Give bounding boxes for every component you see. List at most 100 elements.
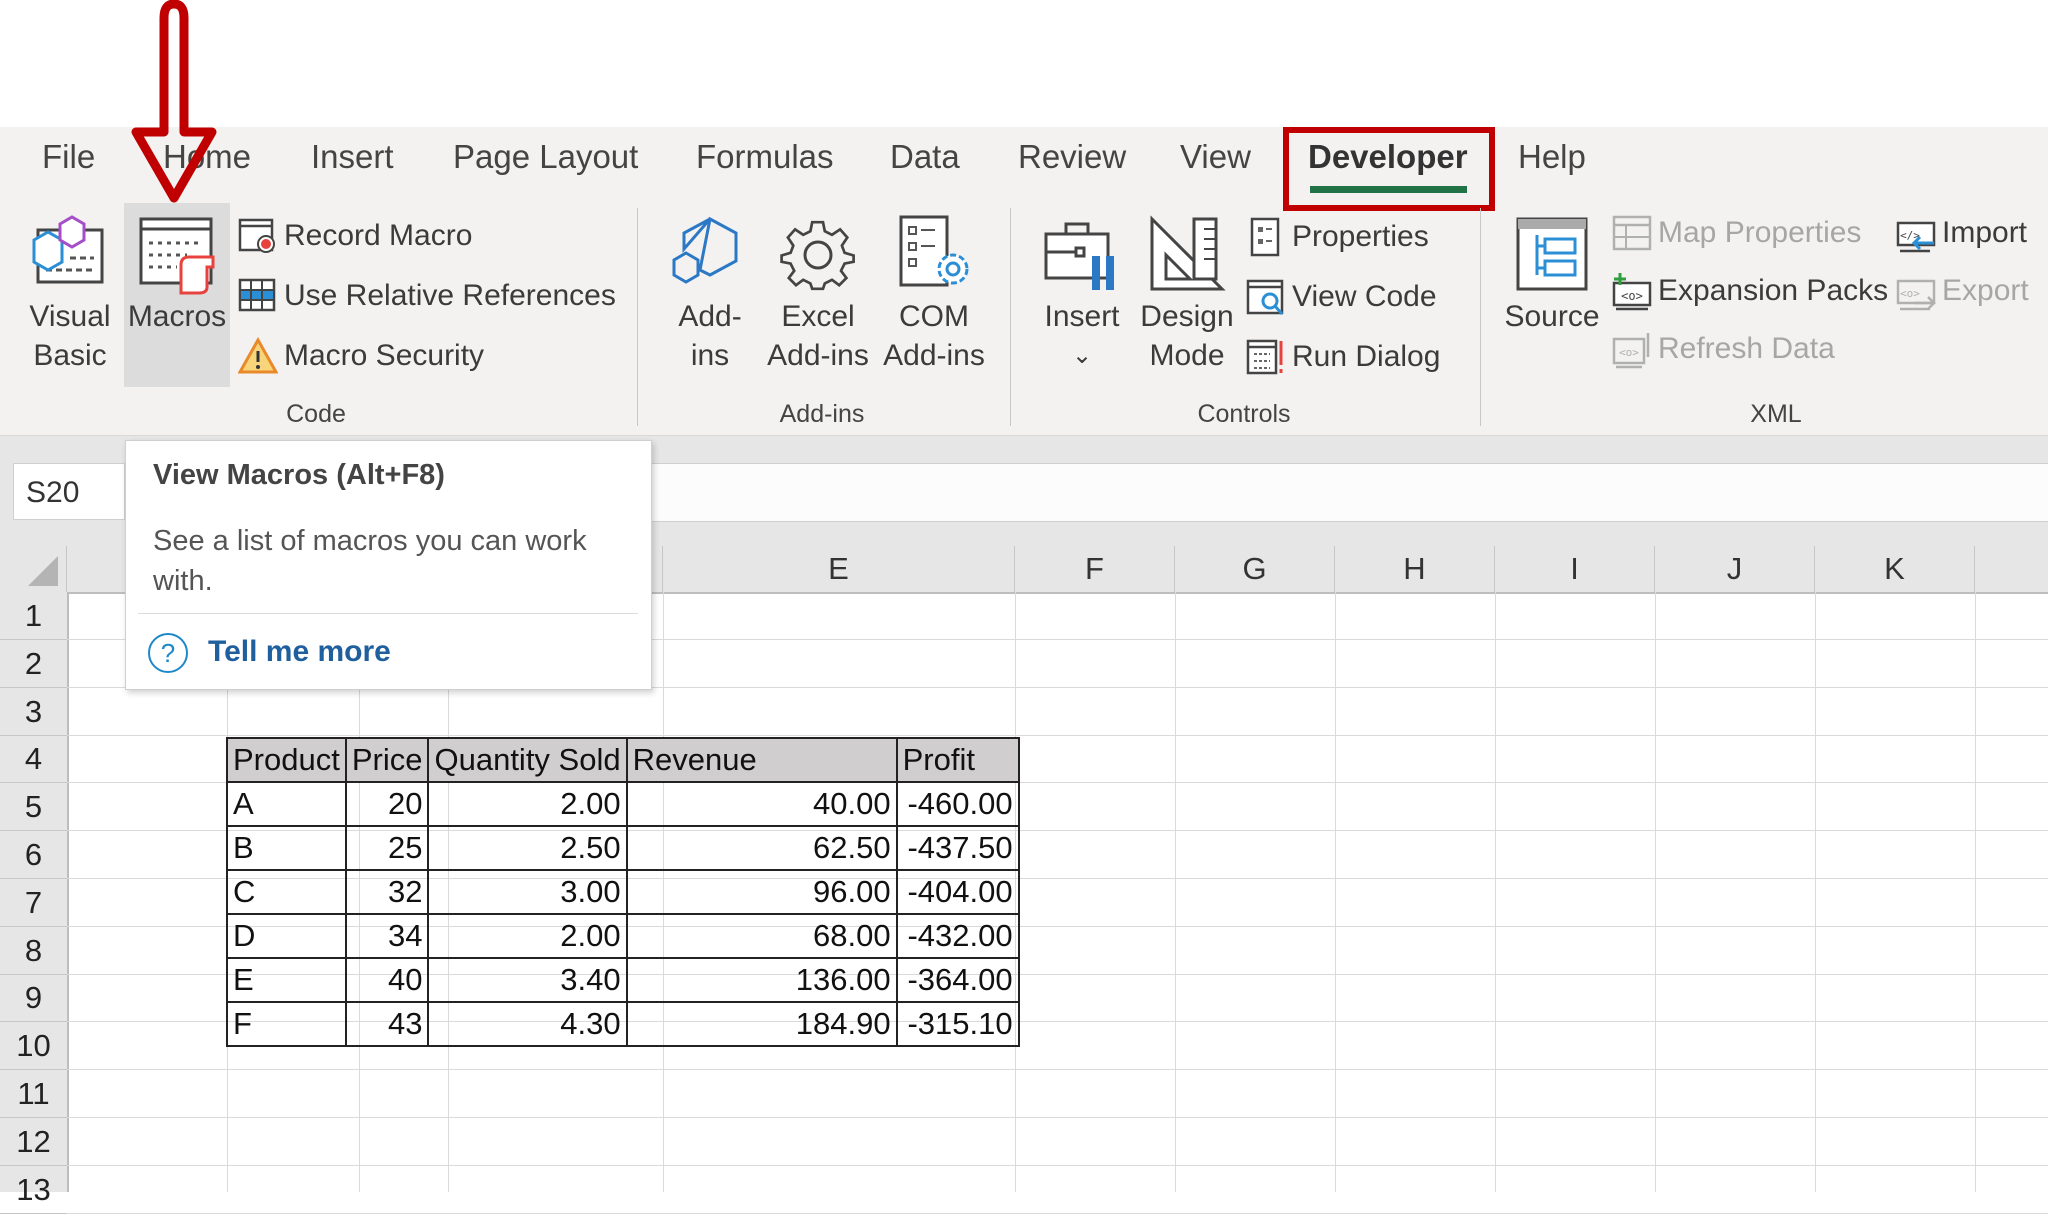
add-ins-label-1: Add- — [678, 300, 742, 333]
svg-text:<o>: <o> — [1621, 289, 1643, 303]
cell-quantity-sold[interactable]: 3.40 — [427, 957, 628, 1003]
cell-revenue[interactable]: 184.90 — [625, 1001, 898, 1047]
cell-price[interactable]: 43 — [344, 1001, 430, 1047]
cell-quantity-sold[interactable]: 2.00 — [427, 781, 628, 827]
xml-export-button[interactable]: <o> Export — [1896, 271, 2029, 311]
expansion-packs-label: Expansion Packs — [1658, 274, 1889, 307]
record-macro-button[interactable]: Record Macro — [238, 217, 472, 255]
tab-help[interactable]: Help — [1518, 138, 1586, 176]
cell-price[interactable]: 32 — [344, 869, 430, 915]
cell-product[interactable]: C — [226, 869, 347, 915]
cell-price[interactable]: 34 — [344, 913, 430, 959]
properties-button[interactable]: Properties — [1246, 217, 1429, 257]
tab-page-layout[interactable]: Page Layout — [453, 138, 638, 176]
cell-quantity-sold[interactable]: 3.00 — [427, 869, 628, 915]
expansion-packs-button[interactable]: <o> Expansion Packs — [1612, 271, 1888, 311]
column-header-i[interactable]: I — [1495, 546, 1655, 592]
design-mode-icon — [1150, 215, 1226, 291]
annotation-arrow-icon — [131, 0, 217, 203]
run-dialog-button[interactable]: Run Dialog — [1246, 337, 1440, 377]
header-revenue[interactable]: Revenue — [625, 737, 898, 783]
cell-product[interactable]: F — [226, 1001, 347, 1047]
row-header-7[interactable]: 7 — [0, 879, 67, 927]
tab-insert[interactable]: Insert — [311, 138, 394, 176]
column-header-k[interactable]: K — [1815, 546, 1975, 592]
use-relative-references-button[interactable]: Use Relative References — [238, 277, 616, 315]
cell-product[interactable]: E — [226, 957, 347, 1003]
cell-profit[interactable]: -460.00 — [895, 781, 1020, 827]
com-add-ins-button[interactable]: COM Add-ins — [878, 297, 990, 375]
tab-review[interactable]: Review — [1018, 138, 1126, 176]
excel-add-ins-button[interactable]: Excel Add-ins — [762, 297, 874, 375]
cell-product[interactable]: A — [226, 781, 347, 827]
run-dialog-label: Run Dialog — [1292, 340, 1441, 373]
cell-price[interactable]: 40 — [344, 957, 430, 1003]
tab-data[interactable]: Data — [890, 138, 960, 176]
refresh-data-button[interactable]: <o> Refresh Data — [1612, 329, 1835, 369]
name-box[interactable]: S20 — [13, 463, 125, 520]
design-mode-button[interactable]: Design Mode — [1134, 297, 1240, 375]
row-header-8[interactable]: 8 — [0, 927, 67, 975]
row-header-2[interactable]: 2 — [0, 640, 67, 688]
row-header-5[interactable]: 5 — [0, 783, 67, 832]
map-properties-button[interactable]: Map Properties — [1612, 213, 1861, 253]
column-header-e[interactable]: E — [663, 546, 1015, 592]
tell-me-more-link[interactable]: Tell me more — [208, 635, 391, 669]
cell-quantity-sold[interactable]: 4.30 — [427, 1001, 628, 1047]
warning-icon — [238, 337, 278, 374]
macro-security-label: Macro Security — [284, 339, 485, 372]
table-row: E 40 3.40 136.00 -364.00 — [226, 957, 1020, 1003]
help-icon[interactable]: ? — [148, 633, 188, 673]
select-all-button[interactable] — [0, 546, 67, 592]
excel-add-ins-label-1: Excel — [781, 300, 855, 333]
cell-quantity-sold[interactable]: 2.50 — [427, 825, 628, 871]
cell-revenue[interactable]: 62.50 — [625, 825, 898, 871]
add-ins-button[interactable]: Add- ins — [662, 297, 758, 375]
macros-button[interactable]: Macros — [124, 297, 230, 336]
cell-revenue[interactable]: 40.00 — [625, 781, 898, 827]
header-quantity-sold[interactable]: Quantity Sold — [427, 737, 628, 783]
svg-text:<o>: <o> — [1619, 346, 1639, 359]
header-profit[interactable]: Profit — [895, 737, 1020, 783]
column-header-f[interactable]: F — [1015, 546, 1175, 592]
cell-product[interactable]: D — [226, 913, 347, 959]
row-header-11[interactable]: 11 — [0, 1070, 67, 1118]
column-header-g[interactable]: G — [1175, 546, 1335, 592]
visual-basic-icon — [32, 215, 104, 284]
row-header-4[interactable]: 4 — [0, 735, 67, 784]
cell-revenue[interactable]: 136.00 — [625, 957, 898, 1003]
cell-profit[interactable]: -437.50 — [895, 825, 1020, 871]
cell-quantity-sold[interactable]: 2.00 — [427, 913, 628, 959]
insert-control-button[interactable]: Insert ⌄ — [1036, 297, 1128, 375]
tab-formulas[interactable]: Formulas — [696, 138, 834, 176]
cell-profit[interactable]: -432.00 — [895, 913, 1020, 959]
xml-source-button[interactable]: Source — [1500, 297, 1604, 336]
cell-price[interactable]: 25 — [344, 825, 430, 871]
cell-profit[interactable]: -315.10 — [895, 1001, 1020, 1047]
row-header-1[interactable]: 1 — [0, 592, 67, 640]
xml-import-button[interactable]: </> Import — [1896, 213, 2027, 253]
tab-view[interactable]: View — [1180, 138, 1251, 176]
tooltip-title: View Macros (Alt+F8) — [153, 459, 445, 491]
cell-product[interactable]: B — [226, 825, 347, 871]
view-code-button[interactable]: View Code — [1246, 277, 1437, 317]
cell-revenue[interactable]: 68.00 — [625, 913, 898, 959]
cell-profit[interactable]: -364.00 — [895, 957, 1020, 1003]
properties-icon — [1250, 217, 1280, 257]
formula-input[interactable] — [652, 463, 2048, 522]
macro-security-button[interactable]: Macro Security — [238, 337, 484, 375]
header-product[interactable]: Product — [226, 737, 347, 783]
column-header-j[interactable]: J — [1655, 546, 1815, 592]
row-header-6[interactable]: 6 — [0, 831, 67, 879]
row-header-10[interactable]: 10 — [0, 1022, 67, 1071]
visual-basic-button[interactable]: Visual Basic — [28, 297, 112, 375]
cell-profit[interactable]: -404.00 — [895, 869, 1020, 915]
row-header-12[interactable]: 12 — [0, 1118, 67, 1166]
cell-revenue[interactable]: 96.00 — [625, 869, 898, 915]
row-header-3[interactable]: 3 — [0, 688, 67, 736]
row-header-9[interactable]: 9 — [0, 974, 67, 1023]
column-header-h[interactable]: H — [1335, 546, 1495, 592]
design-mode-label-1: Design — [1140, 300, 1234, 333]
cell-price[interactable]: 20 — [344, 781, 430, 827]
header-price[interactable]: Price — [344, 737, 430, 783]
